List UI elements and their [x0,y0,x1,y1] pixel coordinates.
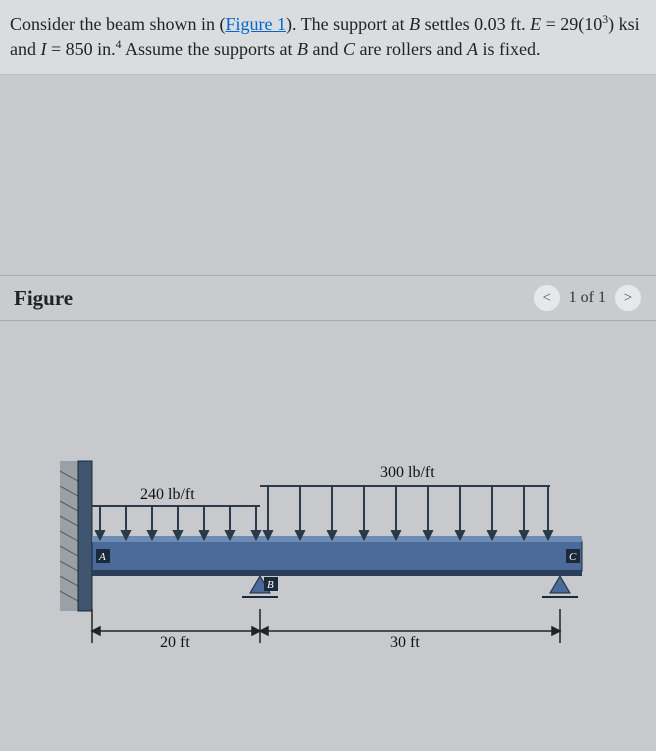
label-B: B [267,579,274,591]
support-C-icon [542,576,578,597]
var-C: C [343,39,355,59]
text: = 29(10 [541,14,602,34]
prev-button[interactable]: < [533,284,561,312]
dim2-label: 30 ft [390,634,420,651]
unit-ksi: ksi [619,14,640,34]
load1-label: 240 lb/ft [140,486,195,503]
text: ). The support at [286,14,409,34]
figure-canvas: A B C 240 lb/ft 300 lb/ft 20 ft 30 ft [0,321,656,701]
text: . [521,14,530,34]
figure-label: Figure [14,286,73,311]
var-E: E [530,14,541,34]
figure-header: Figure < 1 of 1 > [0,275,656,321]
var-B: B [297,39,308,59]
text: Assume the supports at [122,39,298,59]
var-A: A [467,39,478,59]
unit-ft: ft [510,14,521,34]
dim1-label: 20 ft [160,634,190,651]
text: and [308,39,343,59]
label-A: A [98,551,106,563]
next-button[interactable]: > [614,284,642,312]
label-C: C [569,551,577,563]
var-B: B [409,14,420,34]
text: ) [608,14,619,34]
figure-link[interactable]: Figure 1 [225,14,286,34]
pager: < 1 of 1 > [533,284,642,312]
beam-diagram: A B C 240 lb/ft 300 lb/ft 20 ft 30 ft [60,421,600,681]
text: = 850 [47,39,98,59]
page-indicator: 1 of 1 [569,289,606,307]
text: are rollers and [355,39,467,59]
load2-label: 300 lb/ft [380,464,435,481]
text: and [10,39,41,59]
unit-in: in. [97,39,116,59]
text: Consider the beam shown in ( [10,14,225,34]
problem-statement: Consider the beam shown in (Figure 1). T… [0,0,656,75]
text: is fixed. [478,39,541,59]
text: settles 0.03 [420,14,510,34]
